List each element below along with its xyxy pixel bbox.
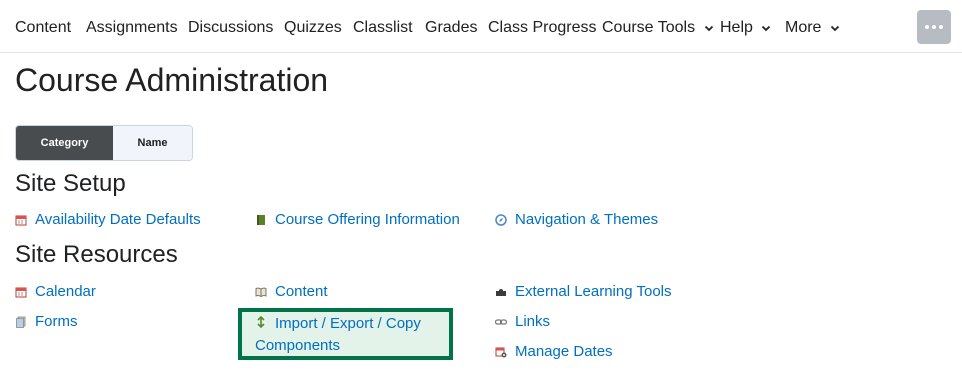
open-book-icon [255, 287, 267, 298]
tool-manage-dates[interactable]: Manage Dates [495, 343, 613, 360]
tool-availability-date-defaults[interactable]: Availability Date Defaults [15, 211, 201, 228]
tool-label: Calendar [35, 283, 96, 300]
category-view-button[interactable]: Category [16, 126, 113, 160]
course-navbar: Content Assignments Discussions Quizzes … [0, 5, 962, 53]
tool-label: Manage Dates [515, 343, 613, 360]
nav-assignments[interactable]: Assignments [86, 19, 178, 37]
nav-classlist[interactable]: Classlist [353, 19, 413, 37]
tool-label: Links [515, 313, 551, 330]
dot-icon [932, 25, 936, 29]
puzzle-icon [496, 289, 506, 296]
nav-discussions[interactable]: Discussions [188, 19, 273, 37]
forms-icon [16, 316, 26, 328]
tool-navigation-themes[interactable]: Navigation & Themes [495, 211, 658, 228]
tool-links[interactable]: Links [495, 313, 550, 330]
tool-label: Availability Date Defaults [35, 211, 201, 228]
section-heading-site-setup: Site Setup [15, 170, 126, 197]
nav-course-tools[interactable]: Course Tools [602, 19, 714, 37]
tool-label: Import / Export / Copy [275, 315, 421, 332]
tool-import-export-copy-components[interactable]: Import / Export / Copy Components [255, 313, 445, 357]
nav-help-label: Help [720, 19, 753, 36]
view-toggle: Category Name [15, 125, 193, 161]
nav-course-tools-label: Course Tools [602, 19, 696, 36]
overflow-menu-button[interactable] [917, 10, 951, 44]
chain-link-icon [495, 319, 507, 325]
nav-more-label: More [785, 19, 822, 36]
compass-icon [495, 214, 507, 226]
nav-class-progress[interactable]: Class Progress [488, 19, 596, 37]
tool-label: Content [275, 283, 328, 300]
tool-course-offering-information[interactable]: Course Offering Information [255, 211, 460, 228]
tool-label: Course Offering Information [275, 211, 460, 228]
tool-label: Navigation & Themes [515, 211, 659, 228]
tool-label: External Learning Tools [515, 283, 672, 300]
calendar-icon [15, 215, 27, 226]
book-icon [257, 215, 265, 225]
tool-content[interactable]: Content [255, 283, 328, 300]
tool-external-learning-tools[interactable]: External Learning Tools [495, 283, 672, 300]
import-export-icon [257, 316, 265, 328]
calendar-gear-icon [495, 347, 507, 358]
page-title: Course Administration [15, 62, 329, 98]
nav-help[interactable]: Help [720, 19, 771, 37]
chevron-down-icon [704, 25, 713, 32]
tool-label-line2: Components [255, 337, 341, 354]
chevron-down-icon [830, 25, 840, 32]
chevron-down-icon [762, 25, 771, 32]
section-heading-site-resources: Site Resources [15, 241, 178, 268]
tool-label: Forms [35, 313, 78, 330]
tool-forms[interactable]: Forms [15, 313, 78, 330]
name-view-button[interactable]: Name [113, 126, 192, 160]
calendar-icon [15, 287, 27, 298]
nav-more[interactable]: More [785, 19, 840, 37]
dot-icon [925, 25, 929, 29]
dot-icon [939, 25, 943, 29]
nav-quizzes[interactable]: Quizzes [284, 19, 342, 37]
nav-content[interactable]: Content [15, 19, 71, 37]
nav-grades[interactable]: Grades [425, 19, 477, 37]
tool-calendar[interactable]: Calendar [15, 283, 96, 300]
